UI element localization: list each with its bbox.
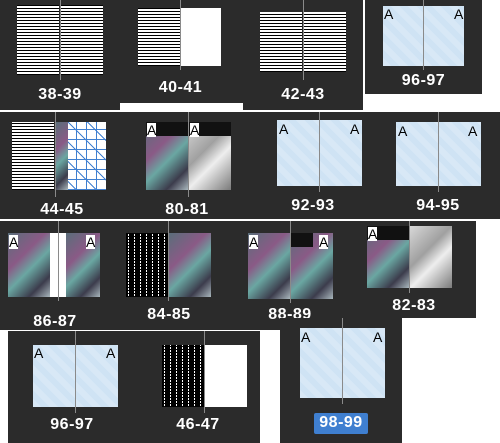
spread-label: 80-81: [165, 201, 209, 218]
spread-label: 82-83: [392, 297, 436, 314]
spine: [168, 221, 169, 301]
spread-label: 98-99: [280, 413, 402, 434]
photo-strip: [56, 122, 68, 190]
master-letter-right: A: [350, 121, 360, 137]
spread-label: 42-43: [281, 86, 325, 103]
spread-label: 46-47: [176, 416, 220, 433]
spine: [188, 112, 189, 197]
spread-label: 38-39: [38, 86, 82, 103]
page-right: [61, 5, 103, 75]
page-left: [138, 8, 180, 66]
page-right: [181, 8, 221, 66]
spread-thumbnail[interactable]: A A 88-89: [228, 221, 352, 330]
spread-thumbnail[interactable]: A A 86-87: [0, 221, 110, 330]
master-letter-right: A: [319, 234, 329, 250]
spread-label: 86-87: [33, 313, 77, 330]
spine: [75, 331, 76, 413]
spine: [409, 221, 410, 293]
spread-label: 94-95: [416, 197, 460, 214]
spread-thumbnail[interactable]: 38-39: [0, 0, 120, 110]
page-left: [17, 5, 59, 75]
spine: [204, 331, 205, 413]
page-right: [410, 226, 452, 288]
master-letter-right: A: [190, 122, 200, 138]
spine: [180, 0, 181, 70]
page-right: [205, 345, 247, 407]
spread-thumbnail[interactable]: 40-41: [118, 0, 243, 103]
spread-label: 96-97: [401, 72, 446, 89]
master-letter-left: A: [368, 226, 378, 242]
master-letter-left: A: [384, 6, 394, 22]
master-letter-left: A: [279, 121, 289, 137]
spine: [55, 112, 56, 197]
spine: [60, 0, 61, 80]
spread-thumbnail[interactable]: 42-43: [243, 0, 363, 110]
master-letter-right: A: [106, 345, 116, 361]
spine: [290, 221, 291, 303]
spread-label: 44-45: [40, 201, 84, 218]
spread-thumbnail[interactable]: 46-47: [136, 331, 260, 443]
spine: [58, 221, 59, 301]
master-letter-right: A: [86, 234, 96, 250]
page-left: [162, 345, 204, 407]
page-left: [12, 122, 54, 190]
spread-thumbnail[interactable]: A 82-83: [352, 221, 476, 318]
spine: [342, 318, 343, 404]
master-letter-right: A: [454, 6, 464, 22]
spread-label: 84-85: [147, 306, 191, 323]
master-letter-left: A: [147, 122, 157, 138]
page-right: [304, 12, 346, 72]
spread-thumbnail[interactable]: A A 80-81: [124, 112, 250, 219]
spread-thumbnail[interactable]: A A 92-93: [250, 112, 376, 219]
spread-thumbnail-selected[interactable]: A A 98-99: [280, 318, 402, 443]
spread-thumbnail[interactable]: A A 96-97: [8, 331, 136, 443]
spread-thumbnail[interactable]: 84-85: [110, 221, 228, 330]
master-letter-left: A: [301, 329, 311, 345]
master-letter-left: A: [398, 123, 408, 139]
spread-thumbnail[interactable]: 44-45: [0, 112, 124, 219]
spine: [319, 112, 320, 192]
spread-label: 92-93: [291, 197, 335, 214]
spread-label: 40-41: [158, 79, 203, 96]
master-letter-left: A: [249, 234, 259, 250]
page-left: [260, 12, 302, 72]
spread-label: 96-97: [50, 416, 94, 433]
page-left: [126, 233, 168, 297]
master-letter-left: A: [34, 345, 44, 361]
master-letter-left: A: [9, 234, 19, 250]
spine: [423, 0, 424, 70]
spread-thumbnail[interactable]: A A 94-95: [376, 112, 500, 219]
master-letter-right: A: [468, 123, 478, 139]
selected-label: 98-99: [314, 413, 368, 434]
page-right: [169, 233, 211, 297]
header-bar: [291, 233, 313, 247]
master-letter-right: A: [373, 329, 383, 345]
spine: [303, 0, 304, 80]
spread-thumbnail[interactable]: A A 96-97: [365, 0, 482, 94]
spine: [438, 112, 439, 192]
